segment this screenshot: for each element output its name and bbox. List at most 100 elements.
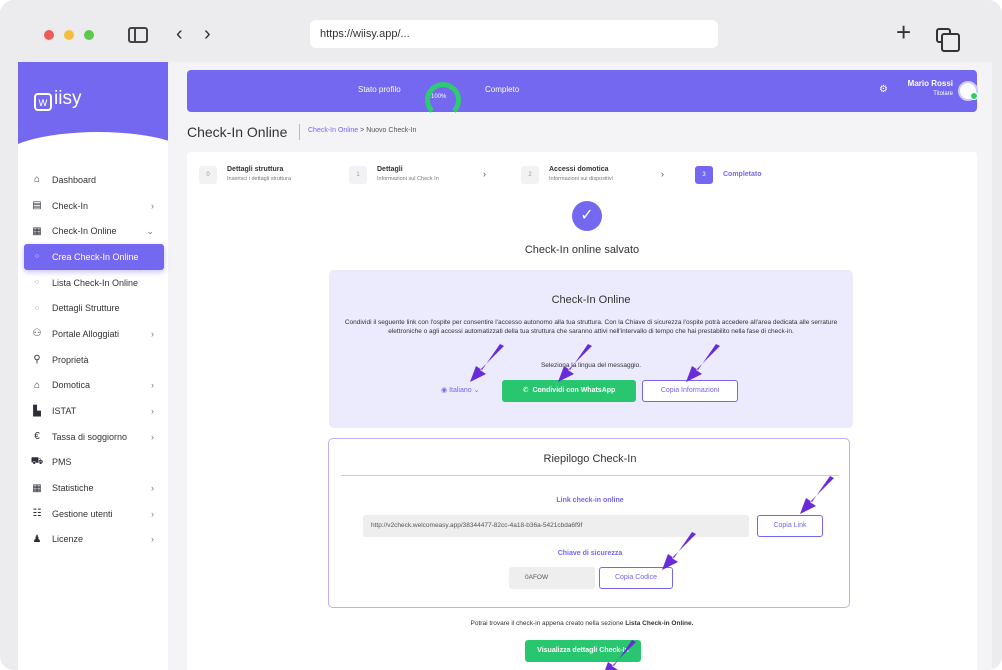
globe-icon: ◉: [441, 387, 448, 394]
annotation-arrow: [558, 344, 592, 382]
wiisy-logo[interactable]: w iisy: [34, 88, 81, 111]
user-role: Titolare: [933, 91, 953, 97]
minimize-window-dot[interactable]: [64, 30, 74, 40]
success-check-icon: ✓: [572, 201, 602, 231]
breadcrumb-link[interactable]: Check-In Online: [308, 127, 358, 134]
user-group-icon: ☷: [32, 508, 42, 520]
checkin-card: 0 Dettagli struttura Inserisci i dettagl…: [187, 152, 977, 670]
user-name[interactable]: Mario Rossi: [893, 79, 953, 88]
sidebar-item-label: Dettagli Strutture: [52, 303, 120, 314]
sidebar-item-dashboard[interactable]: ⌂ Dashboard: [24, 167, 164, 193]
share-panel-title: Check-In Online: [551, 294, 631, 306]
page-title: Check-In Online: [187, 124, 288, 140]
sidebar-item-istat[interactable]: ▙ ISTAT ›: [24, 398, 164, 424]
sidebar-item-label: Tassa di soggiorno: [52, 431, 128, 442]
sidebar-item-label: PMS: [52, 457, 72, 468]
whatsapp-button-label: Condividi con WhatsApp: [532, 387, 616, 394]
sidebar-item-tassa-di-soggiorno[interactable]: € Tassa di soggiorno ›: [24, 424, 164, 450]
sidebar-item-propriet-[interactable]: ⚲ Proprietà: [24, 347, 164, 373]
sidebar-item-portale-alloggiati[interactable]: ⚇ Portale Alloggiati ›: [24, 321, 164, 347]
step-title: Dettagli struttura: [227, 166, 284, 173]
summary-title: Riepilogo Check-In: [543, 453, 637, 465]
step-title: Completato: [723, 171, 762, 178]
url-bar[interactable]: https://wiisy.app/...: [310, 20, 718, 48]
gauge-arc: [425, 82, 461, 118]
profile-status-label: Stato profilo: [358, 85, 401, 94]
new-tab-icon[interactable]: +: [896, 19, 911, 45]
close-window-dot[interactable]: [44, 30, 54, 40]
pms-icon: ⛟: [30, 455, 44, 467]
share-panel-description: Condividi il seguente link con l'ospite …: [344, 319, 838, 335]
maximize-window-dot[interactable]: [84, 30, 94, 40]
step-subtitle: Inserisci i dettagli struttura: [227, 176, 291, 182]
sidebar-item-label: Check-In: [52, 200, 89, 211]
sidebar-item-gestione-utenti[interactable]: ☷ Gestione utenti ›: [24, 501, 164, 527]
sidebar-item-check-in[interactable]: ▤ Check-In ›: [24, 193, 164, 219]
annotation-arrow: [470, 344, 504, 382]
footer-text: Potrai trovare il check-in appena creato…: [470, 620, 626, 627]
sidebar: w iisy ⌂ Dashboard ▤ Check-In › ▦ Check-In Onli…: [18, 62, 168, 670]
security-key-label: Chiave di sicurezza: [557, 550, 623, 557]
location-pin-icon: ⚲: [33, 354, 41, 366]
chevron-right-icon: ›: [151, 534, 154, 545]
gears-icon[interactable]: ⚙: [879, 84, 888, 95]
forward-icon[interactable]: ›: [204, 22, 211, 46]
browser-chrome: ‹ › https://wiisy.app/... +: [0, 0, 1002, 62]
security-code-field[interactable]: 0AFOW: [509, 567, 595, 589]
step-subtitle: Informazioni sui dispositivi: [549, 176, 613, 182]
annotation-arrow: [662, 532, 696, 570]
step-number: 1: [349, 166, 367, 184]
sidebar-item-statistiche[interactable]: ▦ Statistiche ›: [24, 475, 164, 501]
language-select[interactable]: ◉ Italiano ⌄: [441, 386, 479, 394]
logo-text: iisy: [54, 88, 82, 109]
sidebar-item-label: Dashboard: [52, 174, 97, 185]
chevron-down-icon: ⌄: [146, 225, 154, 236]
sidebar-item-check-in-online[interactable]: ▦ Check-In Online ⌄: [24, 218, 164, 244]
gauge-percent: 100%: [431, 94, 447, 100]
chevron-right-icon: ›: [661, 169, 664, 179]
annotation-arrow: [605, 640, 636, 670]
annotation-arrow: [800, 476, 834, 514]
license-icon: ♟: [32, 533, 42, 545]
chevron-right-icon: ›: [151, 200, 154, 211]
language-value: Italiano: [449, 387, 472, 394]
browser-window: ‹ › https://wiisy.app/... + w iisy ⌂ Dashb…: [0, 0, 1002, 670]
profile-progress-gauge: 100%: [425, 82, 461, 118]
back-icon[interactable]: ‹: [176, 22, 183, 46]
tabs-overview-icon[interactable]: [936, 28, 960, 52]
table-icon: ▦: [32, 482, 42, 494]
sidebar-item-pms[interactable]: ⛟ PMS: [24, 450, 164, 476]
step-number: 3: [695, 166, 713, 184]
chevron-right-icon: ›: [151, 508, 154, 519]
sidebar-item-label: Gestione utenti: [52, 508, 113, 519]
top-bar: Stato profilo 100% Completo ⚙ Mario Ross…: [187, 70, 978, 118]
sidebar-item-crea-check-in-online[interactable]: ○ Crea Check-In Online: [24, 244, 164, 270]
chevron-right-icon: ›: [151, 406, 154, 417]
circle-icon: ○: [34, 304, 40, 312]
chevron-right-icon: ›: [151, 431, 154, 442]
sidebar-item-lista-check-in-online[interactable]: ○ Lista Check-In Online: [24, 270, 164, 296]
circle-icon: ○: [34, 253, 40, 261]
sidebar-item-dettagli-strutture[interactable]: ○ Dettagli Strutture: [24, 295, 164, 321]
users-icon: ⚇: [32, 328, 42, 340]
home-icon: ⌂: [33, 174, 41, 186]
step-number: 0: [199, 166, 217, 184]
sidebar-item-label: ISTAT: [52, 406, 77, 417]
header-wave: [18, 132, 168, 158]
calendar-icon: ▦: [32, 225, 42, 237]
summary-box: Riepilogo Check-In Link check-in online …: [328, 438, 850, 608]
sidebar-item-label: Check-In Online: [52, 226, 117, 237]
copy-link-button[interactable]: Copia Link: [757, 515, 823, 537]
sidebar-item-domotica[interactable]: ⌂ Domotica ›: [24, 373, 164, 399]
sidebar-header: w iisy: [18, 62, 168, 158]
sidebar-toggle-icon[interactable]: [128, 27, 148, 43]
profile-complete-label: Completo: [485, 85, 520, 94]
sidebar-item-label: Lista Check-In Online: [52, 277, 139, 288]
avatar[interactable]: [958, 81, 978, 101]
step-title: Accessi domotica: [549, 166, 609, 173]
step-number: 2: [521, 166, 539, 184]
sidebar-item-licenze[interactable]: ♟ Licenze ›: [24, 527, 164, 553]
step-title: Dettagli: [377, 166, 403, 173]
whatsapp-icon: ✆: [522, 387, 529, 394]
footer-text-bold: Lista Check-in Online.: [625, 620, 694, 627]
